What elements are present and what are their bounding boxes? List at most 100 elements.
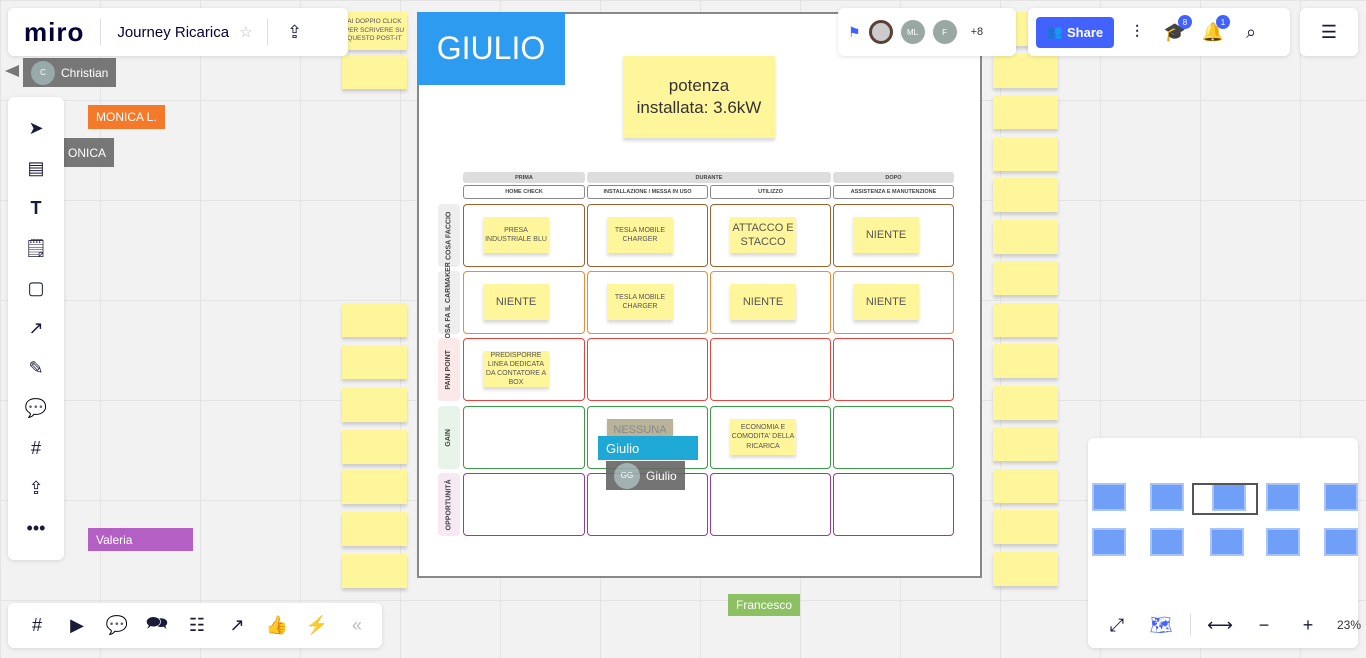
- minimap-frame[interactable]: [1150, 483, 1184, 511]
- sticky-note[interactable]: [993, 178, 1058, 212]
- education-icon[interactable]: 🎓 8: [1160, 15, 1192, 47]
- row-label: OPPORTUNITÀ: [438, 473, 460, 536]
- sticky-note[interactable]: NIENTE: [483, 284, 549, 320]
- cursor-giulio-tag: Giulio: [598, 436, 698, 460]
- sticky-note[interactable]: [993, 95, 1058, 129]
- text-icon[interactable]: T: [21, 193, 51, 223]
- cards-icon[interactable]: ☷: [182, 611, 212, 641]
- sticky-note[interactable]: NIENTE: [853, 284, 919, 320]
- zoom-out-icon[interactable]: −: [1249, 610, 1279, 640]
- avatar[interactable]: F: [932, 20, 957, 44]
- sticky-note[interactable]: TESLA MOBILE CHARGER: [607, 284, 673, 320]
- sticky-note[interactable]: NIENTE: [853, 217, 919, 253]
- sticky-note[interactable]: [342, 554, 407, 588]
- more-icon[interactable]: •••: [21, 513, 51, 543]
- minimap-frame[interactable]: [1092, 483, 1126, 511]
- sticky-note[interactable]: [993, 385, 1058, 420]
- sticky-note[interactable]: ECONOMIA E COMODITA' DELLA RICARICA: [730, 419, 796, 455]
- journey-cell[interactable]: [833, 406, 954, 469]
- arrow-line-icon[interactable]: ↗: [21, 313, 51, 343]
- templates-icon[interactable]: ▤: [21, 153, 51, 183]
- minimap-frame[interactable]: [1324, 483, 1358, 511]
- fit-width-icon[interactable]: ⟷: [1205, 610, 1235, 640]
- sticky-note[interactable]: [342, 55, 407, 89]
- minimap[interactable]: ⤢ 🗺 ⟷ − + 23%: [1088, 438, 1361, 648]
- follow-icon[interactable]: ⚑: [848, 24, 861, 41]
- cursor-giulio: GG Giulio: [606, 461, 685, 490]
- sticky-note[interactable]: TESLA MOBILE CHARGER: [607, 217, 673, 253]
- row-label: PAIN POINT: [438, 338, 460, 401]
- journey-cell[interactable]: [710, 338, 831, 401]
- minimap-frame[interactable]: [1210, 528, 1244, 556]
- journey-cell[interactable]: [587, 338, 708, 401]
- bell-icon[interactable]: 🔔 1: [1198, 15, 1230, 47]
- board-title[interactable]: Journey Ricarica: [101, 24, 239, 41]
- sticky-note[interactable]: [993, 302, 1058, 337]
- frame-icon[interactable]: #: [21, 433, 51, 463]
- select-cursor-icon[interactable]: ➤: [21, 113, 51, 143]
- power-icon[interactable]: ⚡: [302, 611, 332, 641]
- sticky-note[interactable]: [342, 388, 407, 422]
- comments-icon[interactable]: 💬: [102, 611, 132, 641]
- sticky-note[interactable]: [342, 430, 407, 464]
- sticky-note[interactable]: [342, 345, 407, 379]
- sticky-note[interactable]: [993, 136, 1058, 171]
- chat-icon[interactable]: 🗪: [142, 611, 172, 641]
- sticky-note[interactable]: [342, 512, 407, 546]
- comment-icon[interactable]: 💬: [21, 393, 51, 423]
- sticky-note[interactable]: [993, 219, 1058, 254]
- sticky-note[interactable]: [342, 470, 407, 504]
- sticky-note[interactable]: [993, 261, 1058, 295]
- collapse-icon[interactable]: «: [342, 611, 372, 641]
- avatar[interactable]: [868, 20, 893, 44]
- minimap-frame[interactable]: [1266, 483, 1300, 511]
- sticky-note[interactable]: [993, 510, 1058, 544]
- share-screen-icon[interactable]: ↗: [222, 611, 252, 641]
- notes-icon[interactable]: ☰: [1314, 17, 1344, 47]
- upload-icon[interactable]: ⇪: [21, 473, 51, 503]
- star-icon[interactable]: ☆: [239, 23, 252, 41]
- minimap-frame[interactable]: [1266, 528, 1300, 556]
- collaborators: ⚑ ML F +8: [838, 8, 1016, 56]
- upload-icon[interactable]: ⇪: [280, 17, 310, 47]
- voting-icon[interactable]: 👍: [262, 611, 292, 641]
- search-icon[interactable]: ⌕: [1236, 17, 1266, 47]
- minimap-frame[interactable]: [1324, 528, 1358, 556]
- journey-cell[interactable]: [710, 473, 831, 536]
- sticky-note[interactable]: [993, 344, 1058, 378]
- stage-header: ASSISTENZA E MANUTENZIONE: [833, 185, 954, 199]
- row-label: COSA FACCIO: [438, 204, 460, 267]
- minimap-frame[interactable]: [1092, 528, 1126, 556]
- sticky-note[interactable]: [993, 53, 1058, 88]
- frames-icon[interactable]: #: [22, 611, 52, 641]
- sticky-note[interactable]: PREDISPORRE LINEA DEDICATA DA CONTATORE …: [483, 351, 549, 387]
- sticky-note[interactable]: [342, 303, 407, 337]
- minimap-viewport[interactable]: [1192, 483, 1258, 515]
- journey-cell[interactable]: [463, 473, 585, 536]
- journey-cell[interactable]: [463, 406, 585, 469]
- sticky-note[interactable]: ATTACCO E STACCO: [730, 217, 796, 253]
- journey-cell[interactable]: [833, 473, 954, 536]
- settings-sliders-icon[interactable]: ⫶: [1122, 17, 1152, 47]
- minimap-frame[interactable]: [1150, 528, 1184, 556]
- shape-icon[interactable]: ▢: [21, 273, 51, 303]
- sticky-note[interactable]: [993, 551, 1058, 586]
- more-collaborators[interactable]: +8: [971, 26, 984, 38]
- instruction-sticky[interactable]: AI DOPPIO CLICK PER SCRIVERE SU QUESTO P…: [342, 12, 407, 50]
- share-button[interactable]: 👥 Share: [1036, 16, 1114, 48]
- map-icon[interactable]: 🗺: [1146, 610, 1176, 640]
- sticky-note[interactable]: [993, 427, 1058, 461]
- sticky-note[interactable]: PRESA INDUSTRIALE BLU: [483, 217, 549, 253]
- miro-logo[interactable]: miro: [8, 17, 100, 48]
- sticky-note-icon[interactable]: 🗒: [21, 233, 51, 263]
- sticky-note[interactable]: [993, 468, 1058, 503]
- fullscreen-icon[interactable]: ⤢: [1102, 610, 1132, 640]
- journey-cell[interactable]: [833, 338, 954, 401]
- pen-icon[interactable]: ✎: [21, 353, 51, 383]
- frame-title: GIULIO: [417, 12, 565, 85]
- sticky-note[interactable]: NIENTE: [730, 284, 796, 320]
- avatar[interactable]: ML: [900, 20, 925, 44]
- power-sticky[interactable]: potenza installata: 3.6kW: [623, 56, 775, 138]
- zoom-in-icon[interactable]: +: [1293, 610, 1323, 640]
- presentation-icon[interactable]: ▶: [62, 611, 92, 641]
